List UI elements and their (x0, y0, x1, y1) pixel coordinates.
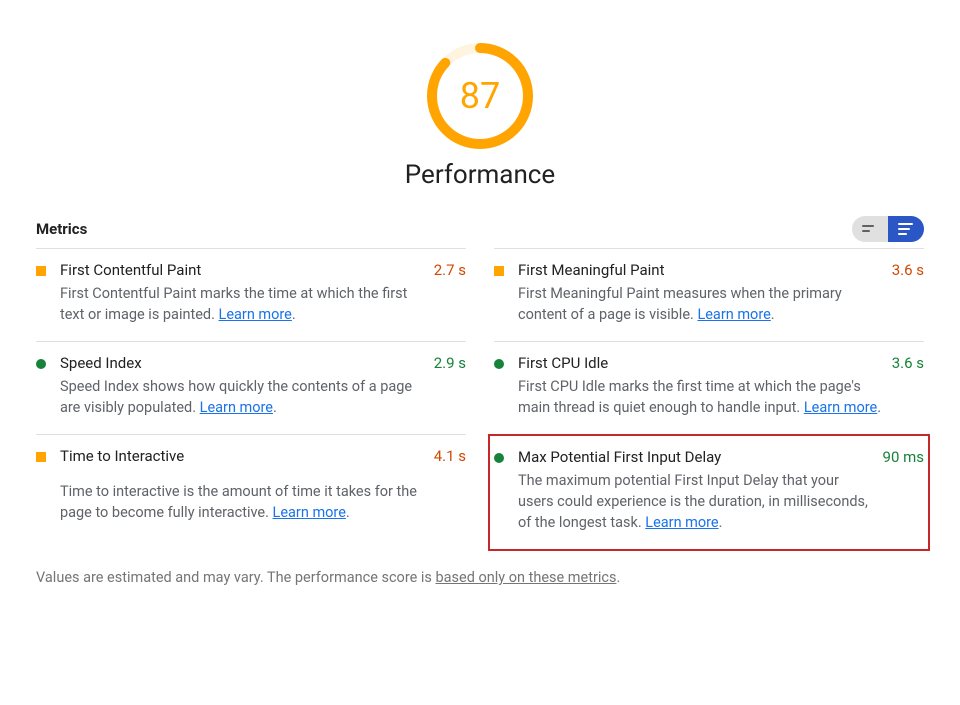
metric-value: 3.6 s (892, 354, 924, 372)
view-compact-icon (862, 223, 878, 235)
metric-value: 3.6 s (892, 261, 924, 279)
metric-description: First Contentful Paint marks the time at… (60, 283, 428, 325)
metric-description-text: First Meaningful Paint measures when the… (518, 285, 842, 323)
status-good-icon (36, 359, 46, 369)
metric-title: First Meaningful Paint (518, 261, 886, 279)
status-average-icon (36, 266, 46, 276)
learn-more-link[interactable]: Learn more (804, 399, 877, 416)
metric-fmp: First Meaningful Paint 3.6 s First Meaning… (494, 248, 924, 341)
metric-tti: Time to Interactive4.1 s Time to interact… (36, 434, 466, 551)
footnote-link[interactable]: based only on these metrics (436, 569, 617, 586)
score-gauge: 87 (424, 40, 536, 152)
metric-title: Max Potential First Input Delay (518, 448, 877, 466)
status-good-icon (494, 359, 504, 369)
learn-more-link[interactable]: Learn more (273, 504, 346, 521)
metric-description: First Meaningful Paint measures when the… (518, 283, 886, 325)
metric-si: Speed Index 2.9 s Speed Index shows how qu… (36, 341, 466, 434)
metric-value: 4.1 s (434, 447, 466, 477)
footnote-text-pre: Values are estimated and may vary. The p… (36, 569, 436, 586)
status-good-icon (494, 453, 504, 463)
performance-score: 87 Performance (36, 40, 924, 190)
status-average-icon (494, 266, 504, 276)
metric-description: Time to interactive is the amount of tim… (60, 481, 428, 535)
view-toggle (852, 216, 924, 242)
metric-title: Time to Interactive (60, 447, 428, 477)
metric-title: First CPU Idle (518, 354, 886, 372)
metric-description-text: Time to interactive is the amount of tim… (60, 483, 417, 521)
metric-fci: First CPU Idle 3.6 s First CPU Idle marks … (494, 341, 924, 434)
metric-value: 2.7 s (434, 261, 466, 279)
metric-title: Speed Index (60, 354, 428, 372)
metric-description: The maximum potential First Input Delay … (518, 470, 877, 533)
metric-description: First CPU Idle marks the first time at w… (518, 376, 886, 418)
metrics-footnote: Values are estimated and may vary. The p… (36, 569, 924, 586)
view-expanded-button[interactable] (888, 216, 924, 242)
learn-more-link[interactable]: Learn more (697, 306, 770, 323)
status-average-icon (36, 452, 46, 462)
metric-mpfid: Max Potential First Input Delay 90 ms The … (488, 434, 930, 551)
score-number: 87 (424, 40, 536, 152)
metric-description: Speed Index shows how quickly the conten… (60, 376, 428, 418)
metrics-heading: Metrics (36, 220, 87, 238)
metric-value: 90 ms (883, 448, 924, 466)
metric-fcp: First Contentful Paint 2.7 s First Content… (36, 248, 466, 341)
metric-value: 2.9 s (434, 354, 466, 372)
learn-more-link[interactable]: Learn more (200, 399, 273, 416)
learn-more-link[interactable]: Learn more (219, 306, 292, 323)
metrics-grid: First Contentful Paint 2.7 s First Content… (36, 248, 924, 551)
footnote-text-post: . (616, 569, 620, 586)
view-expanded-icon (898, 222, 914, 236)
score-title: Performance (36, 160, 924, 190)
view-compact-button[interactable] (852, 216, 888, 242)
metric-title: First Contentful Paint (60, 261, 428, 279)
learn-more-link[interactable]: Learn more (645, 514, 718, 531)
